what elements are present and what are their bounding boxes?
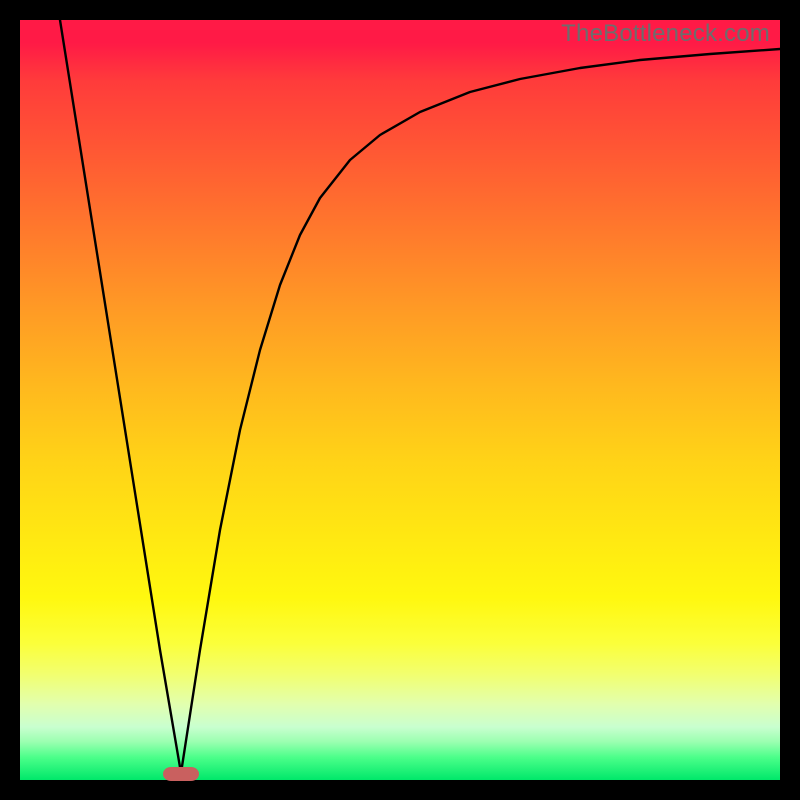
curve-left-branch [60,20,181,773]
minimum-marker [163,767,199,781]
chart-frame: TheBottleneck.com [0,0,800,800]
curve-layer [20,20,780,780]
plot-area: TheBottleneck.com [20,20,780,780]
curve-right-branch [181,49,780,773]
